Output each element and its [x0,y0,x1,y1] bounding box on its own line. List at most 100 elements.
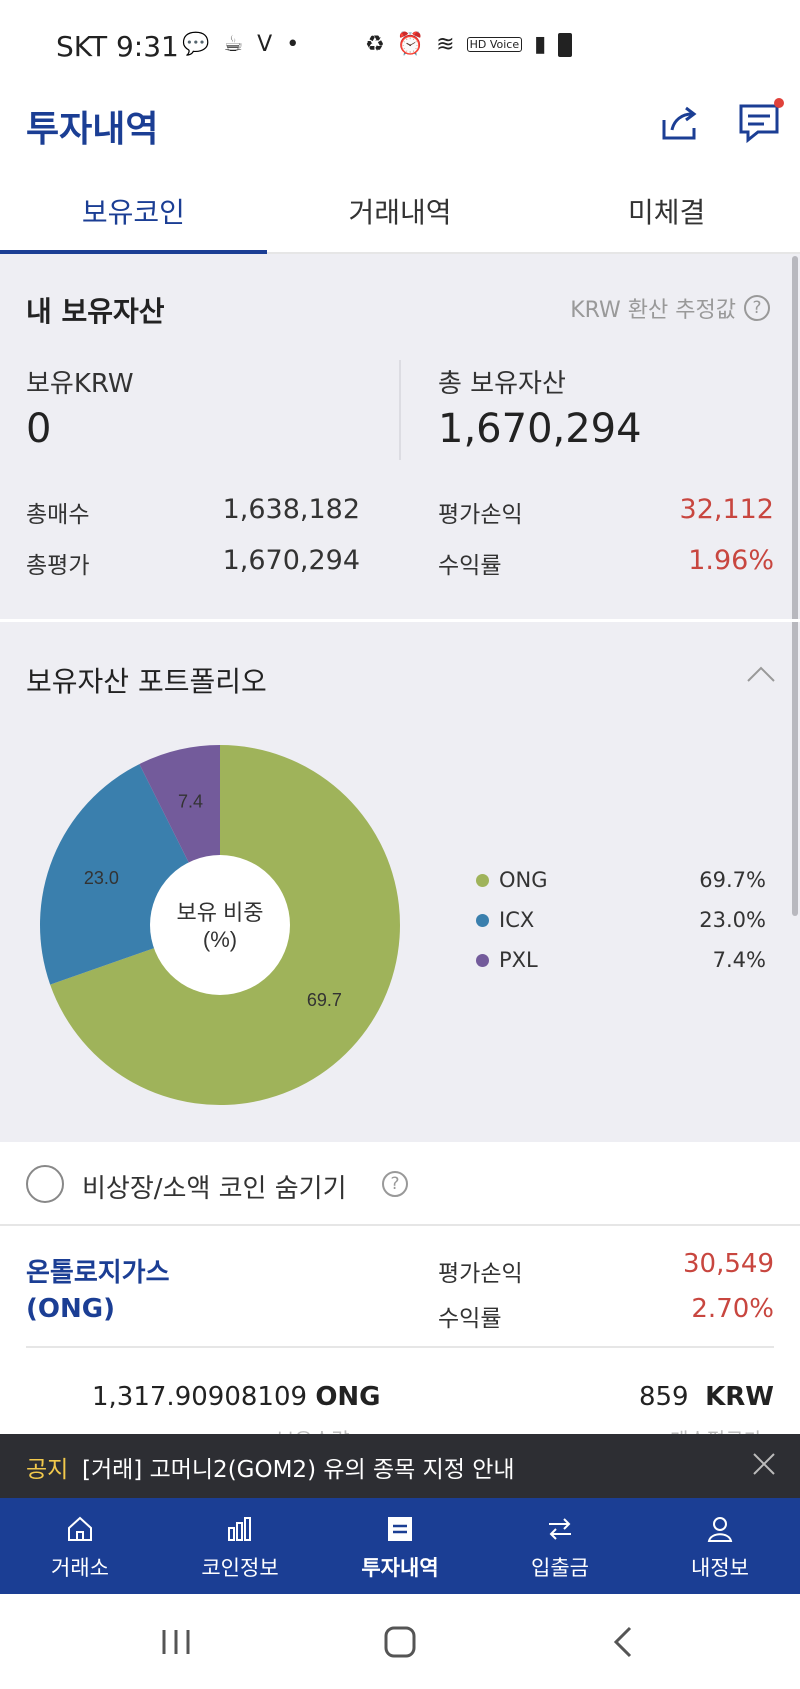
chevron-up-icon[interactable] [746,664,776,684]
legend-pct: 23.0% [699,908,766,932]
notice-text[interactable]: [거래] 고머니2(GOM2) 유의 종목 지정 안내 [82,1450,515,1484]
tab-holdings[interactable]: 보유코인 [0,182,267,254]
pie-slice-label: 7.4 [178,791,203,811]
hide-small-coins-label: 비상장/소액 코인 숨기기 [82,1174,347,1204]
coin-quantity-unit: ONG [315,1382,381,1412]
tab-unfilled[interactable]: 미체결 [533,182,800,252]
coin-avg-price: 859 KRW [639,1382,774,1412]
donut-hole [150,855,290,995]
coffee-icon: ☕ [223,32,244,57]
coin-return-value: 2.70% [691,1294,774,1324]
portfolio-donut-chart: 보유 비중 (%) 69.7 23.0 7.4 [39,745,400,1105]
nav-label: 입출금 [531,1556,589,1580]
battery-icon [558,32,573,57]
total-eval-value: 1,670,294 [222,545,360,576]
legend-name: ICX [499,908,535,932]
help-icon[interactable]: ? [382,1171,408,1197]
pnl-value: 32,112 [679,494,774,525]
bottom-nav: 거래소 코인정보 투자내역 입출금 내정보 [0,1498,800,1594]
assets-title: 내 보유자산 [26,295,165,328]
close-icon[interactable] [752,1452,776,1476]
recent-apps-icon[interactable] [152,1618,200,1666]
total-assets-value: 1,670,294 [438,406,642,452]
status-time: SKT 9:31 [56,30,179,63]
status-bar: SKT 9:31 💬 ☕ V • ♻ ⏰ ≋ HD Voice ▮ [0,0,800,92]
held-krw-value: 0 [26,406,52,452]
talk-icon: 💬 [182,32,210,57]
message-button[interactable] [736,98,784,146]
tab-trade-history[interactable]: 거래내역 [267,182,534,252]
coin-return-label: 수익률 [438,1306,502,1332]
divider [399,360,401,460]
pie-slice-label: 23.0 [84,868,119,888]
pnl-label: 평가손익 [438,502,523,528]
legend-pct: 69.7% [699,868,766,892]
back-icon[interactable] [600,1618,648,1666]
nav-label: 내정보 [691,1556,749,1580]
total-assets-label: 총 보유자산 [438,369,566,399]
share-icon[interactable] [656,100,702,146]
wifi-icon: ≋ [436,32,455,57]
pie-slice-label: 69.7 [307,990,342,1010]
legend-name: ONG [499,868,548,892]
nav-deposit-withdraw[interactable]: 입출금 [480,1498,640,1594]
section-divider [0,619,800,622]
home-icon [68,1516,92,1541]
legend-item-icx: ICX 23.0% [476,900,766,940]
coin-quantity: 1,317.90908109 ONG [92,1382,381,1412]
total-eval-label: 총평가 [26,553,90,579]
home-button-icon[interactable] [376,1618,424,1666]
list-icon [388,1517,412,1541]
nav-coin-info[interactable]: 코인정보 [160,1498,320,1594]
alarm-icon: ⏰ [396,32,425,57]
chart-legend: ONG 69.7% ICX 23.0% PXL 7.4% [476,860,766,980]
return-value: 1.96% [688,545,774,576]
return-label: 수익률 [438,553,502,579]
portfolio-title: 보유자산 포트폴리오 [26,665,267,698]
hide-small-coins-radio[interactable] [26,1165,64,1203]
legend-item-ong: ONG 69.7% [476,860,766,900]
recycle-icon: ♻ [365,32,385,57]
total-buy-label: 총매수 [26,502,90,528]
hide-small-coins-row[interactable]: 비상장/소액 코인 숨기기 ? [0,1142,800,1226]
coin-quantity-value: 1,317.90908109 [92,1382,308,1412]
legend-dot [476,913,489,927]
notice-tag: 공지 [26,1457,69,1483]
coin-name-line1: 온톨로지가스 [26,1258,170,1288]
nav-my-info[interactable]: 내정보 [640,1498,800,1594]
krw-note-text: KRW 환산 추정값 [570,298,736,323]
donut-center-unit: (%) [203,927,237,952]
nav-exchange[interactable]: 거래소 [0,1498,160,1594]
tab-bar: 보유코인 거래내역 미체결 [0,182,800,254]
nav-investments[interactable]: 투자내역 [320,1498,480,1594]
legend-name: PXL [499,948,538,972]
nav-label: 코인정보 [201,1556,279,1580]
transfer-icon [549,1518,571,1540]
krw-note: KRW 환산 추정값 ? [570,292,770,324]
user-icon [707,1517,733,1542]
notification-dot [774,98,784,108]
signal-icon: ▮ [534,32,547,57]
coin-name[interactable]: 온톨로지가스 (ONG) [26,1255,170,1327]
held-krw-label: 보유KRW [26,369,134,399]
v-icon: V [257,32,273,57]
legend-dot [476,873,489,887]
legend-pct: 7.4% [712,948,766,972]
legend-dot [476,953,489,967]
coin-symbol: (ONG) [26,1294,115,1324]
nav-label: 투자내역 [361,1556,439,1580]
chart-icon [228,1517,251,1541]
coin-pnl-value: 30,549 [683,1249,774,1279]
coin-pnl-label: 평가손익 [438,1261,523,1287]
coin-avg-price-unit: KRW [705,1382,774,1412]
scrollbar[interactable] [792,256,798,916]
page-title: 투자내역 [26,109,159,150]
legend-item-pxl: PXL 7.4% [476,940,766,980]
hd-voice-icon: HD Voice [466,37,523,52]
donut-center-label: 보유 비중 [176,900,263,925]
dot-icon: • [286,32,300,57]
notice-bar[interactable]: 공지 [거래] 고머니2(GOM2) 유의 종목 지정 안내 [0,1434,800,1498]
help-icon[interactable]: ? [744,295,770,321]
divider [26,1346,774,1348]
total-buy-value: 1,638,182 [222,494,360,525]
